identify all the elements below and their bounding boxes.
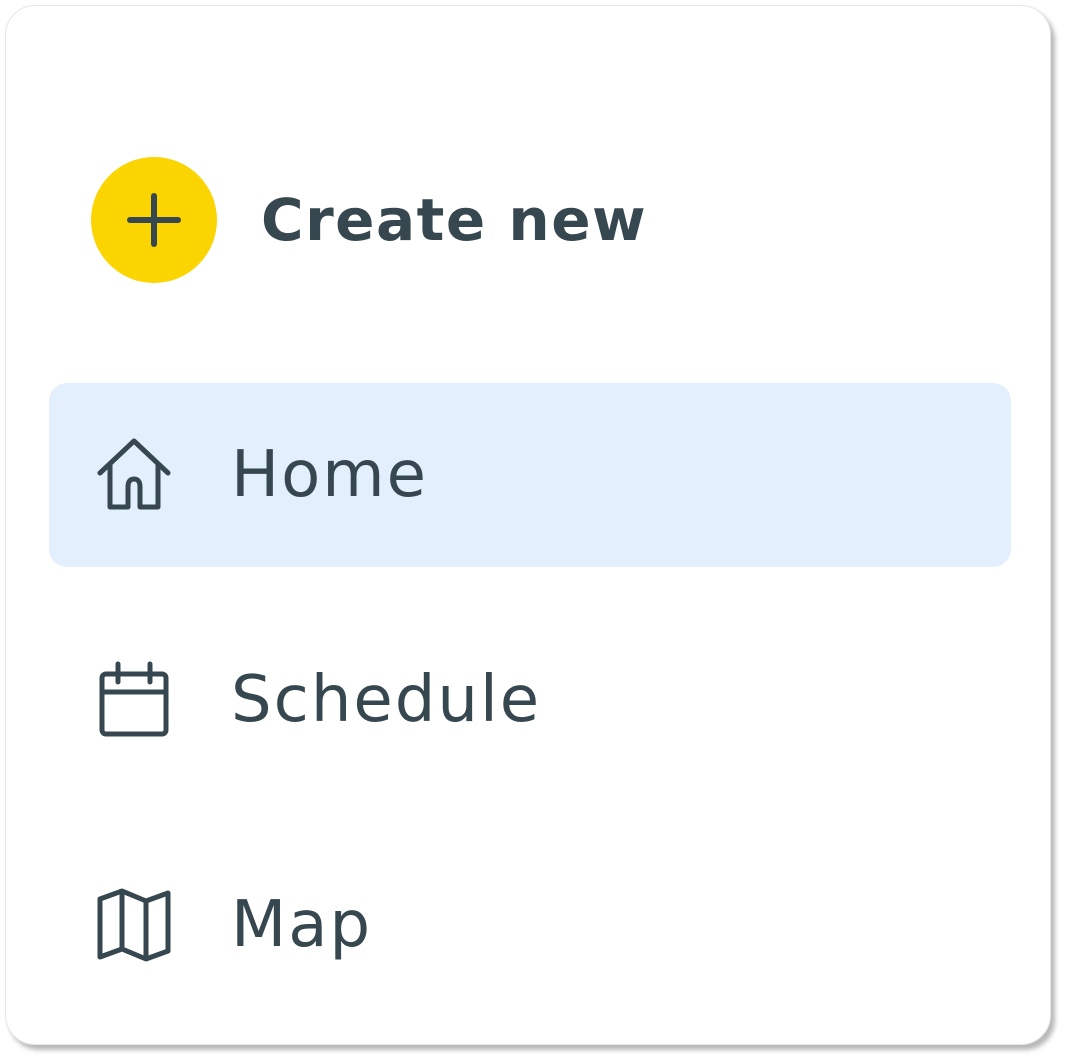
nav-item-label: Schedule	[231, 663, 542, 737]
home-icon	[94, 435, 174, 515]
nav-item-map[interactable]: Map	[49, 833, 1011, 1017]
create-new-label: Create new	[261, 186, 648, 254]
nav-item-label: Map	[231, 888, 373, 962]
plus-icon	[127, 193, 181, 247]
calendar-icon	[94, 660, 174, 740]
map-icon	[94, 885, 174, 965]
nav-item-home[interactable]: Home	[49, 383, 1011, 567]
sidebar-menu: Create new Home Schedule Map	[5, 5, 1051, 1045]
nav-item-label: Home	[231, 438, 428, 512]
create-new-circle	[91, 157, 217, 283]
create-new-button[interactable]: Create new	[91, 154, 647, 286]
nav-item-schedule[interactable]: Schedule	[49, 608, 1011, 792]
